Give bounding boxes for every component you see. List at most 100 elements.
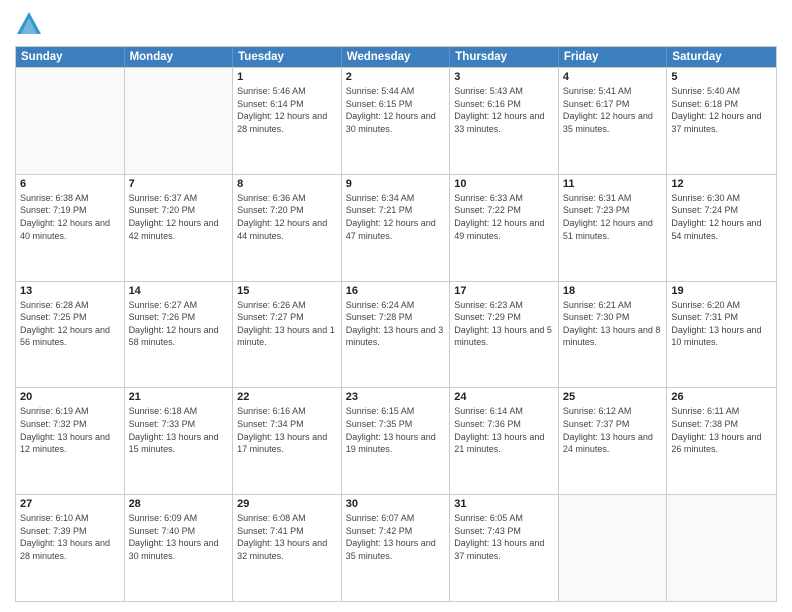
calendar-row: 1 Sunrise: 5:46 AM Sunset: 6:14 PM Daylig… xyxy=(16,67,776,174)
calendar-cell: 20 Sunrise: 6:19 AM Sunset: 7:32 PM Dayli… xyxy=(16,388,125,494)
day-info: Sunrise: 6:38 AM Sunset: 7:19 PM Dayligh… xyxy=(20,192,120,242)
day-number: 22 xyxy=(237,391,337,403)
day-info: Sunrise: 6:31 AM Sunset: 7:23 PM Dayligh… xyxy=(563,192,663,242)
day-number: 30 xyxy=(346,498,446,510)
day-number: 6 xyxy=(20,178,120,190)
calendar-cell xyxy=(125,68,234,174)
day-number: 13 xyxy=(20,285,120,297)
calendar-cell: 6 Sunrise: 6:38 AM Sunset: 7:19 PM Daylig… xyxy=(16,175,125,281)
calendar-cell: 8 Sunrise: 6:36 AM Sunset: 7:20 PM Daylig… xyxy=(233,175,342,281)
day-info: Sunrise: 5:46 AM Sunset: 6:14 PM Dayligh… xyxy=(237,85,337,135)
calendar-header-cell: Wednesday xyxy=(342,47,451,67)
calendar-cell: 28 Sunrise: 6:09 AM Sunset: 7:40 PM Dayli… xyxy=(125,495,234,601)
calendar-cell: 14 Sunrise: 6:27 AM Sunset: 7:26 PM Dayli… xyxy=(125,282,234,388)
calendar-cell: 5 Sunrise: 5:40 AM Sunset: 6:18 PM Daylig… xyxy=(667,68,776,174)
day-info: Sunrise: 5:40 AM Sunset: 6:18 PM Dayligh… xyxy=(671,85,772,135)
day-info: Sunrise: 6:18 AM Sunset: 7:33 PM Dayligh… xyxy=(129,405,229,455)
day-info: Sunrise: 6:11 AM Sunset: 7:38 PM Dayligh… xyxy=(671,405,772,455)
day-number: 31 xyxy=(454,498,554,510)
day-info: Sunrise: 6:21 AM Sunset: 7:30 PM Dayligh… xyxy=(563,299,663,349)
calendar-header: SundayMondayTuesdayWednesdayThursdayFrid… xyxy=(16,47,776,67)
page: SundayMondayTuesdayWednesdayThursdayFrid… xyxy=(0,0,792,612)
calendar-cell: 24 Sunrise: 6:14 AM Sunset: 7:36 PM Dayli… xyxy=(450,388,559,494)
day-info: Sunrise: 6:36 AM Sunset: 7:20 PM Dayligh… xyxy=(237,192,337,242)
calendar-cell: 18Sunrise: 6:21 AM Sunset: 7:30 PM Dayli… xyxy=(559,282,668,388)
day-number: 24 xyxy=(454,391,554,403)
calendar-cell: 29Sunrise: 6:08 AM Sunset: 7:41 PM Dayli… xyxy=(233,495,342,601)
day-info: Sunrise: 6:15 AM Sunset: 7:35 PM Dayligh… xyxy=(346,405,446,455)
day-info: Sunrise: 5:44 AM Sunset: 6:15 PM Dayligh… xyxy=(346,85,446,135)
day-info: Sunrise: 6:20 AM Sunset: 7:31 PM Dayligh… xyxy=(671,299,772,349)
day-info: Sunrise: 6:24 AM Sunset: 7:28 PM Dayligh… xyxy=(346,299,446,349)
day-number: 12 xyxy=(671,178,772,190)
calendar-cell xyxy=(16,68,125,174)
calendar-row: 20 Sunrise: 6:19 AM Sunset: 7:32 PM Dayli… xyxy=(16,387,776,494)
calendar-cell: 1 Sunrise: 5:46 AM Sunset: 6:14 PM Daylig… xyxy=(233,68,342,174)
day-number: 25 xyxy=(563,391,663,403)
day-number: 28 xyxy=(129,498,229,510)
day-number: 1 xyxy=(237,71,337,83)
day-number: 5 xyxy=(671,71,772,83)
calendar-cell: 17Sunrise: 6:23 AM Sunset: 7:29 PM Dayli… xyxy=(450,282,559,388)
calendar-cell xyxy=(559,495,668,601)
calendar-row: 13 Sunrise: 6:28 AM Sunset: 7:25 PM Dayli… xyxy=(16,281,776,388)
day-info: Sunrise: 6:27 AM Sunset: 7:26 PM Dayligh… xyxy=(129,299,229,349)
calendar-header-cell: Tuesday xyxy=(233,47,342,67)
day-number: 7 xyxy=(129,178,229,190)
calendar-cell xyxy=(667,495,776,601)
calendar-cell: 21Sunrise: 6:18 AM Sunset: 7:33 PM Dayli… xyxy=(125,388,234,494)
day-number: 27 xyxy=(20,498,120,510)
day-info: Sunrise: 6:12 AM Sunset: 7:37 PM Dayligh… xyxy=(563,405,663,455)
day-number: 20 xyxy=(20,391,120,403)
day-number: 4 xyxy=(563,71,663,83)
day-info: Sunrise: 6:30 AM Sunset: 7:24 PM Dayligh… xyxy=(671,192,772,242)
calendar-cell: 26 Sunrise: 6:11 AM Sunset: 7:38 PM Dayli… xyxy=(667,388,776,494)
day-number: 3 xyxy=(454,71,554,83)
day-number: 10 xyxy=(454,178,554,190)
day-number: 23 xyxy=(346,391,446,403)
day-info: Sunrise: 5:41 AM Sunset: 6:17 PM Dayligh… xyxy=(563,85,663,135)
calendar-cell: 12 Sunrise: 6:30 AM Sunset: 7:24 PM Dayli… xyxy=(667,175,776,281)
day-info: Sunrise: 6:34 AM Sunset: 7:21 PM Dayligh… xyxy=(346,192,446,242)
calendar-cell: 9 Sunrise: 6:34 AM Sunset: 7:21 PM Daylig… xyxy=(342,175,451,281)
calendar-row: 27Sunrise: 6:10 AM Sunset: 7:39 PM Dayli… xyxy=(16,494,776,601)
logo xyxy=(15,10,47,38)
calendar-header-cell: Saturday xyxy=(667,47,776,67)
day-info: Sunrise: 6:07 AM Sunset: 7:42 PM Dayligh… xyxy=(346,512,446,562)
day-info: Sunrise: 6:05 AM Sunset: 7:43 PM Dayligh… xyxy=(454,512,554,562)
day-info: Sunrise: 6:33 AM Sunset: 7:22 PM Dayligh… xyxy=(454,192,554,242)
day-info: Sunrise: 6:14 AM Sunset: 7:36 PM Dayligh… xyxy=(454,405,554,455)
day-info: Sunrise: 6:23 AM Sunset: 7:29 PM Dayligh… xyxy=(454,299,554,349)
calendar-cell: 19Sunrise: 6:20 AM Sunset: 7:31 PM Dayli… xyxy=(667,282,776,388)
day-number: 11 xyxy=(563,178,663,190)
day-number: 15 xyxy=(237,285,337,297)
calendar-cell: 22Sunrise: 6:16 AM Sunset: 7:34 PM Dayli… xyxy=(233,388,342,494)
day-info: Sunrise: 6:19 AM Sunset: 7:32 PM Dayligh… xyxy=(20,405,120,455)
calendar-cell: 7 Sunrise: 6:37 AM Sunset: 7:20 PM Daylig… xyxy=(125,175,234,281)
calendar-header-cell: Monday xyxy=(125,47,234,67)
calendar-cell: 10 Sunrise: 6:33 AM Sunset: 7:22 PM Dayli… xyxy=(450,175,559,281)
calendar-header-cell: Sunday xyxy=(16,47,125,67)
calendar-cell: 16Sunrise: 6:24 AM Sunset: 7:28 PM Dayli… xyxy=(342,282,451,388)
calendar-header-cell: Thursday xyxy=(450,47,559,67)
day-number: 9 xyxy=(346,178,446,190)
day-info: Sunrise: 5:43 AM Sunset: 6:16 PM Dayligh… xyxy=(454,85,554,135)
calendar-cell: 23 Sunrise: 6:15 AM Sunset: 7:35 PM Dayli… xyxy=(342,388,451,494)
calendar: SundayMondayTuesdayWednesdayThursdayFrid… xyxy=(15,46,777,602)
calendar-body: 1 Sunrise: 5:46 AM Sunset: 6:14 PM Daylig… xyxy=(16,67,776,601)
calendar-cell: 11 Sunrise: 6:31 AM Sunset: 7:23 PM Dayli… xyxy=(559,175,668,281)
header xyxy=(15,10,777,38)
calendar-cell: 13 Sunrise: 6:28 AM Sunset: 7:25 PM Dayli… xyxy=(16,282,125,388)
day-info: Sunrise: 6:37 AM Sunset: 7:20 PM Dayligh… xyxy=(129,192,229,242)
calendar-cell: 31 Sunrise: 6:05 AM Sunset: 7:43 PM Dayli… xyxy=(450,495,559,601)
calendar-cell: 30 Sunrise: 6:07 AM Sunset: 7:42 PM Dayli… xyxy=(342,495,451,601)
day-number: 14 xyxy=(129,285,229,297)
day-number: 29 xyxy=(237,498,337,510)
day-info: Sunrise: 6:09 AM Sunset: 7:40 PM Dayligh… xyxy=(129,512,229,562)
day-number: 8 xyxy=(237,178,337,190)
calendar-header-cell: Friday xyxy=(559,47,668,67)
calendar-cell: 3 Sunrise: 5:43 AM Sunset: 6:16 PM Daylig… xyxy=(450,68,559,174)
calendar-cell: 2Sunrise: 5:44 AM Sunset: 6:15 PM Daylig… xyxy=(342,68,451,174)
day-number: 26 xyxy=(671,391,772,403)
day-info: Sunrise: 6:28 AM Sunset: 7:25 PM Dayligh… xyxy=(20,299,120,349)
